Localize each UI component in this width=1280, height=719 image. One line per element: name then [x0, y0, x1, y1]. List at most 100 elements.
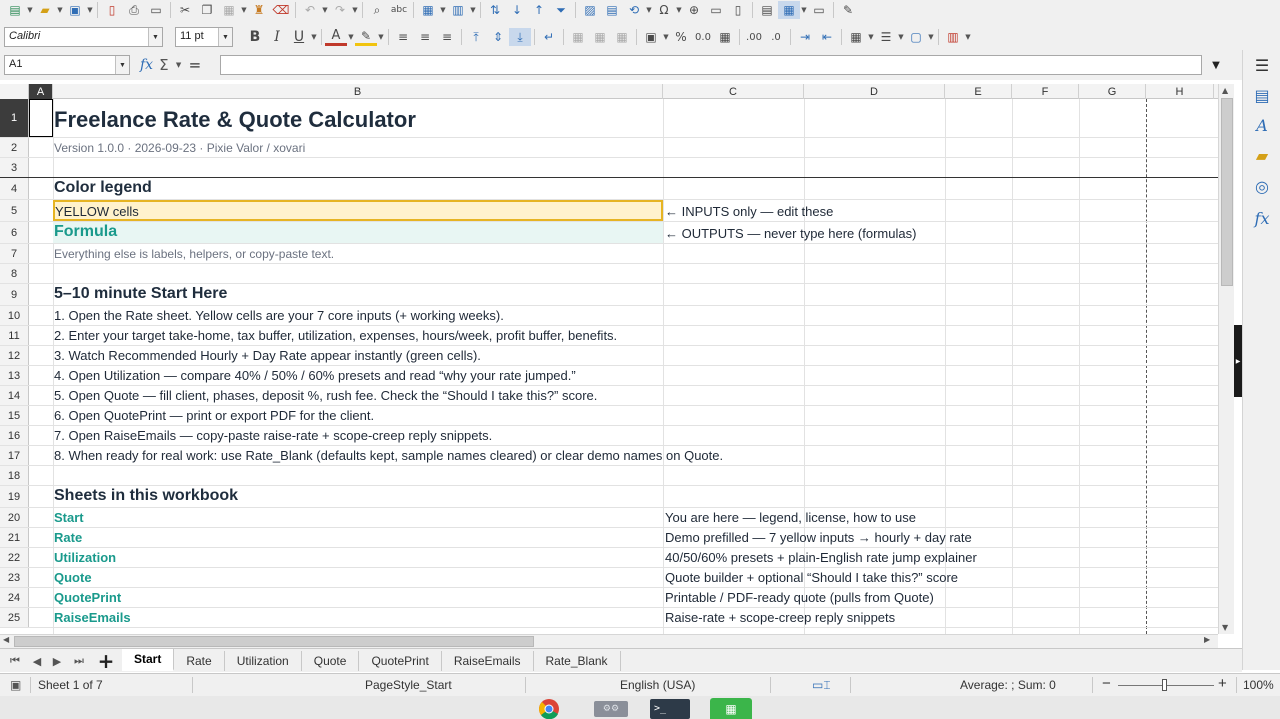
instruction-step[interactable]: 2. Enter your target take-home, tax buff… [53, 326, 663, 345]
sheet-link-utilization[interactable]: Utilization [53, 548, 663, 567]
font-size-dropdown-icon[interactable]: ▼ [218, 28, 232, 46]
instruction-step[interactable]: 3. Watch Recommended Hourly + Day Rate a… [53, 346, 663, 365]
row-header[interactable]: 2 [0, 138, 29, 157]
merge-cells-icon[interactable]: ▦ [589, 28, 611, 46]
sheet-description[interactable]: 40/50/60% presets + plain-English rate j… [663, 548, 1063, 567]
cell[interactable] [53, 466, 663, 485]
align-center-icon[interactable]: ≡ [414, 28, 436, 46]
new-document-icon[interactable]: ▤ [4, 1, 26, 19]
row-header[interactable]: 10 [0, 306, 29, 325]
section-heading[interactable]: Color legend [53, 178, 663, 199]
copy-icon[interactable]: ❐ [196, 1, 218, 19]
row-header[interactable]: 11 [0, 326, 29, 345]
page-style[interactable]: PageStyle_Start [365, 678, 452, 692]
table-row[interactable]: 20 Start You are here — legend, license,… [0, 508, 1218, 528]
column-header-h[interactable]: H [1146, 84, 1214, 99]
sheet-title[interactable]: Freelance Rate & Quote Calculator [53, 99, 663, 137]
column-icon[interactable]: ▥ [447, 1, 469, 19]
row-header[interactable]: 22 [0, 548, 29, 567]
row-header[interactable]: 14 [0, 386, 29, 405]
unmerge-cells-icon[interactable]: ▦ [611, 28, 633, 46]
instruction-step[interactable]: 8. When ready for real work: use Rate_Bl… [53, 446, 723, 465]
cell[interactable] [53, 264, 663, 283]
freeze-rows-columns-icon[interactable]: ▦ [778, 1, 800, 19]
last-sheet-icon[interactable]: ⏭ [70, 652, 88, 670]
scroll-up-icon[interactable]: ▲ [1222, 86, 1228, 95]
number-format-icon[interactable]: 0.0 [692, 28, 714, 46]
table-row[interactable]: 16 7. Open RaiseEmails — copy-paste rais… [0, 426, 1218, 446]
row-header[interactable]: 12 [0, 346, 29, 365]
sidebar-menu-icon[interactable]: ☰ [1251, 54, 1273, 76]
center-vertically-icon[interactable]: ⇕ [487, 28, 509, 46]
percent-format-icon[interactable]: % [670, 28, 692, 46]
instruction-step[interactable]: 1. Open the Rate sheet. Yellow cells are… [53, 306, 663, 325]
legend-description[interactable]: ← INPUTS only — edit these [663, 200, 1063, 221]
column-dropdown-icon[interactable]: ▼ [469, 6, 477, 14]
freeze-dropdown-icon[interactable]: ▼ [800, 6, 808, 14]
split-window-icon[interactable]: ▭ [808, 1, 830, 19]
table-row[interactable]: 18 [0, 466, 1218, 486]
zoom-in-icon[interactable]: + [1218, 675, 1227, 692]
zoom-level[interactable]: 100% [1243, 678, 1274, 692]
expand-formula-bar-icon[interactable]: ▼ [1204, 55, 1228, 75]
row-header[interactable]: 5 [0, 200, 29, 221]
formula-legend-cell[interactable]: Formula [53, 222, 663, 243]
font-size-box[interactable]: 11 pt ▼ [175, 27, 233, 47]
conditional-dropdown-icon[interactable]: ▼ [964, 33, 972, 41]
row-header[interactable]: 4 [0, 178, 29, 199]
row-header[interactable]: 21 [0, 528, 29, 547]
border-color-icon[interactable]: ▢ [905, 28, 927, 46]
row-header[interactable]: 3 [0, 158, 29, 177]
pivot-dropdown-icon[interactable]: ▼ [645, 6, 653, 14]
font-name-dropdown-icon[interactable]: ▼ [148, 28, 162, 46]
sort-icon[interactable]: ⇅ [484, 1, 506, 19]
align-top-icon[interactable]: ⤒ [465, 28, 487, 46]
input-legend-cell[interactable]: YELLOW cells [53, 200, 663, 221]
row-header[interactable]: 25 [0, 608, 29, 627]
find-replace-icon[interactable]: ⌕ [366, 1, 388, 19]
tab-utilization[interactable]: Utilization [225, 651, 302, 671]
legend-description[interactable]: ← OUTPUTS — never type here (formulas) [663, 222, 1063, 243]
row-header[interactable]: 7 [0, 244, 29, 263]
selection-mode-icon[interactable]: ▭⌶ [812, 678, 831, 693]
table-row[interactable]: 12 3. Watch Recommended Hourly + Day Rat… [0, 346, 1218, 366]
horizontal-scrollbar[interactable]: ◀ ▶ [0, 634, 1218, 648]
underline-dropdown-icon[interactable]: ▼ [310, 33, 318, 41]
delete-decimal-icon[interactable]: .0 [765, 28, 787, 46]
vertical-scroll-thumb[interactable] [1221, 98, 1233, 286]
headers-footers-icon[interactable]: ▯ [727, 1, 749, 19]
special-character-icon[interactable]: Ω [653, 1, 675, 19]
spreadsheet-grid[interactable]: A B C D E F G H 1 Freelance Rate & Quote… [0, 84, 1218, 634]
column-header-g[interactable]: G [1079, 84, 1146, 99]
font-color-dropdown-icon[interactable]: ▼ [347, 33, 355, 41]
save-dropdown-icon[interactable]: ▼ [86, 6, 94, 14]
styles-icon[interactable]: A [1251, 114, 1273, 136]
save-icon[interactable]: ▣ [64, 1, 86, 19]
tab-quoteprint[interactable]: QuotePrint [359, 651, 442, 671]
formula-input[interactable] [220, 55, 1202, 75]
paste-dropdown-icon[interactable]: ▼ [240, 6, 248, 14]
document-modified-icon[interactable]: ▣ [10, 678, 21, 692]
table-row[interactable]: 22 Utilization 40/50/60% presets + plain… [0, 548, 1218, 568]
tab-raiseemails[interactable]: RaiseEmails [442, 651, 534, 671]
open-folder-icon[interactable]: ▰ [34, 1, 56, 19]
align-bottom-icon[interactable]: ⤓ [509, 28, 531, 46]
select-all-corner[interactable] [0, 84, 29, 99]
next-sheet-icon[interactable]: ▶ [48, 652, 66, 670]
row-header[interactable]: 9 [0, 284, 29, 305]
table-row[interactable]: 6 Formula ← OUTPUTS — never type here (f… [0, 222, 1218, 244]
previous-sheet-icon[interactable]: ◀ [28, 652, 46, 670]
instruction-step[interactable]: 5. Open Quote — fill client, phases, dep… [53, 386, 663, 405]
instruction-step[interactable]: 7. Open RaiseEmails — copy-paste raise-r… [53, 426, 663, 445]
column-header-b[interactable]: B [53, 84, 663, 99]
formula-equals-icon[interactable]: = [189, 56, 202, 74]
table-row[interactable]: 1 Freelance Rate & Quote Calculator [0, 99, 1218, 138]
clone-formatting-icon[interactable]: ♜ [248, 1, 270, 19]
table-row[interactable]: 19 Sheets in this workbook [0, 486, 1218, 508]
first-sheet-icon[interactable]: ⏮ [6, 652, 24, 670]
border-style-icon[interactable]: ☰ [875, 28, 897, 46]
table-row[interactable]: 2 Version 1.0.0 · 2026-09-23 · Pixie Val… [0, 138, 1218, 158]
column-header-a[interactable]: A [29, 84, 53, 99]
font-color-icon[interactable]: A [325, 28, 347, 46]
row-header[interactable]: 19 [0, 486, 29, 507]
